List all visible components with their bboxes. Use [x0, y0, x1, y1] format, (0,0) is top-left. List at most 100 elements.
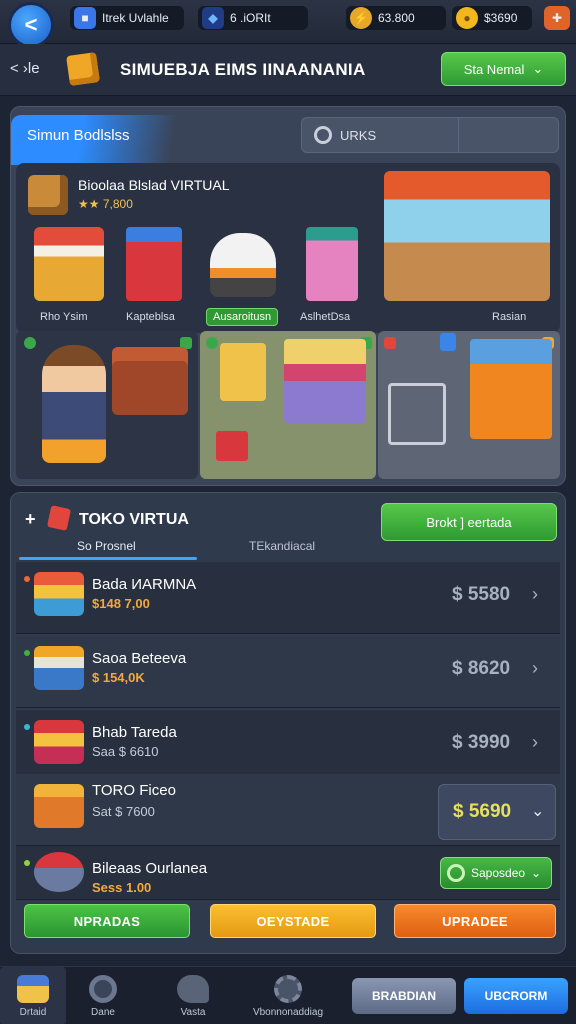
apply-chip-button[interactable]: Saposdeo ⌄	[440, 857, 552, 889]
chevron-right-icon[interactable]: ›	[532, 658, 538, 679]
top-bar: < ■ Itrek Uvlahle ◆ 6 .iORIt ⚡ 63.800 ● …	[0, 0, 576, 48]
back-arrow-icon[interactable]: <	[8, 2, 54, 48]
scene-supermarket[interactable]	[378, 331, 560, 479]
stall-icon	[34, 572, 84, 616]
tab-products[interactable]: So Prosnel	[77, 539, 136, 553]
highlighted-price-dropdown[interactable]: $ 5690 ⌄	[438, 784, 556, 840]
search-divider	[458, 118, 459, 152]
shopping-bag-icon	[28, 175, 68, 215]
basket-icon	[216, 431, 248, 461]
item-subtitle: $ 154,0K	[92, 670, 145, 685]
house-shop-icon	[34, 784, 84, 828]
item-subtitle: Saa $ 6610	[92, 744, 159, 759]
chevron-right-icon[interactable]: ›	[532, 732, 538, 753]
tool-icon[interactable]: ✚	[544, 6, 570, 30]
status-dot-icon	[24, 337, 36, 349]
dot-icon	[24, 724, 30, 730]
dot-icon	[24, 650, 30, 656]
nav-label: Vasta	[180, 1006, 206, 1018]
item-name: Saoa Beteeva	[92, 650, 187, 667]
shop-building-icon	[284, 339, 366, 423]
character-icon	[42, 345, 106, 463]
mode-label: Sta Nemal	[463, 61, 525, 77]
rating-value: 7,800	[102, 197, 133, 211]
nav-item-settings[interactable]: Vbonnonaddiag	[240, 967, 336, 1024]
item-subtitle: $148 7,00	[92, 596, 150, 611]
info-badge-icon	[440, 333, 456, 351]
tab-technical[interactable]: TEkandiacal	[249, 539, 315, 553]
green-action-button[interactable]: NPRADAS	[24, 904, 190, 938]
section-cta-button[interactable]: Brokt ] eertada	[381, 503, 557, 541]
list-item[interactable]: Bada ИARMNA $148 7,00 $ 5580 ›	[16, 562, 560, 634]
crate-icon	[66, 52, 100, 86]
item-subtitle: Sat $ 7600	[92, 804, 155, 819]
gem-icon: ◆	[202, 7, 224, 29]
upgrade-button[interactable]: UPRADEE	[394, 904, 556, 938]
scene-character[interactable]	[16, 331, 198, 479]
gear-wheel-icon	[89, 974, 117, 1003]
nav-label: Dane	[91, 1006, 115, 1018]
header-back[interactable]: < ›le	[10, 60, 40, 77]
item-name: Bada ИARMNA	[92, 576, 197, 593]
page-title: SIMUEBJA EIMS IINAANANIA	[120, 60, 366, 79]
radio-icon	[447, 864, 465, 882]
item-robot-icon[interactable]	[210, 233, 276, 297]
item-vending-icon[interactable]	[126, 227, 182, 301]
business-card: Bioolaa Blslad VIRTUAL ★★ 7,800 Rho Ysim…	[16, 163, 560, 333]
dot-icon	[24, 576, 30, 582]
item-label-3[interactable]: Ausaroitusn	[206, 308, 279, 326]
list-item[interactable]: Saoa Beteeva $ 154,0K $ 8620 ›	[16, 636, 560, 708]
stat-3-value: 63.800	[378, 11, 415, 25]
item-name: Bhab Tareda	[92, 724, 177, 741]
header: < ›le SIMUEBJA EIMS IINAANANIA Sta Nemal…	[0, 44, 576, 96]
item-price: $ 5580	[452, 584, 511, 605]
nav-item-favorites[interactable]: Vasta	[160, 967, 226, 1024]
item-price: $ 5690	[453, 801, 512, 822]
active-tab-indicator	[19, 557, 197, 560]
item-subtitle: Sess 1.00	[92, 880, 152, 895]
scene-market[interactable]	[200, 331, 376, 479]
fruit-crate-icon	[112, 347, 188, 415]
list-item[interactable]: Bhab Tareda Saa $ 6610 $ 3990 ›	[16, 710, 560, 782]
nav-label: Drtaid	[19, 1006, 47, 1018]
yellow-action-button[interactable]: OEYSTADE	[210, 904, 376, 938]
chevron-down-icon: ⌄	[532, 61, 544, 76]
item-kiosk-icon[interactable]	[306, 227, 358, 301]
nav-label: Vbonnonaddiag	[252, 1006, 324, 1018]
item-price: $ 3990	[452, 732, 511, 753]
cash-register-icon	[34, 852, 84, 892]
nav-item-game[interactable]: Dane	[70, 967, 136, 1024]
business-title: Bioolaa Blslad VIRTUAL	[78, 177, 230, 193]
add-icon[interactable]: +	[25, 509, 36, 530]
machine-icon	[220, 343, 266, 401]
item-label-2: Kapteblsa	[126, 311, 175, 323]
stat-2-value: 6 .iORIt	[230, 11, 271, 25]
chevron-down-icon: ⌄	[531, 803, 545, 820]
item-label-1: Rho Ysim	[40, 311, 88, 323]
chevron-right-icon[interactable]: ›	[532, 584, 538, 605]
stat-pill-1: ■ Itrek Uvlahle	[70, 6, 184, 30]
search-icon	[314, 126, 332, 144]
snack-box-icon	[34, 720, 84, 764]
item-stall-icon[interactable]	[34, 227, 104, 301]
nav-secondary-button[interactable]: BRABDIAN	[352, 978, 456, 1014]
game-controller-icon: ■	[74, 7, 96, 29]
search-input[interactable]: URKS	[301, 117, 559, 153]
item-price: $ 8620	[452, 658, 511, 679]
item-name: TORO Ficeo	[92, 782, 176, 799]
stat-pill-2: ◆ 6 .iORIt	[198, 6, 308, 30]
storefront-icon	[34, 646, 84, 690]
item-label-4: AslhetDsa	[300, 311, 351, 323]
chevron-down-icon: ⌄	[531, 866, 542, 880]
nav-item-shop[interactable]: Drtaid	[0, 967, 66, 1024]
mode-dropdown-button[interactable]: Sta Nemal ⌄	[441, 52, 566, 86]
shop-icon	[17, 974, 49, 1003]
star-icons: ★★	[78, 197, 100, 211]
coin-icon: ⚡	[350, 7, 372, 29]
item-label-5: Rasian	[492, 311, 527, 323]
stat-pill-4: ● $3690	[452, 6, 532, 30]
business-rating: ★★ 7,800	[78, 197, 133, 211]
nav-primary-button[interactable]: UBCRORM	[464, 978, 568, 1014]
gold-coin-icon: ●	[456, 7, 478, 29]
item-store-icon[interactable]	[384, 171, 550, 301]
